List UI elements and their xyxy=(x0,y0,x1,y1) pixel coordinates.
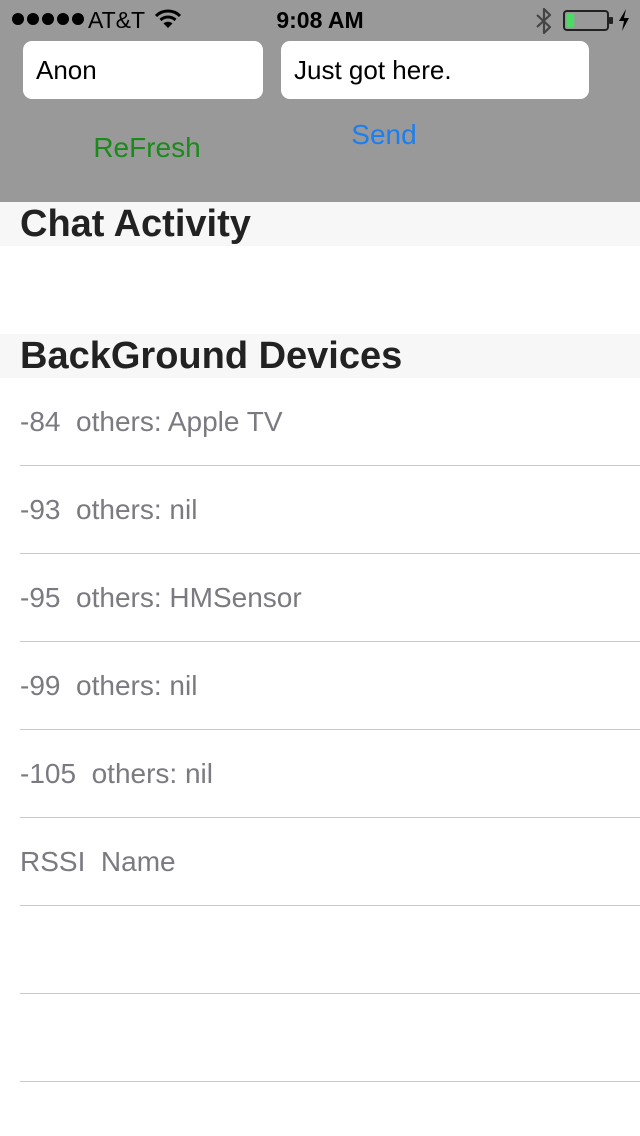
device-row[interactable]: RSSI Name xyxy=(20,818,640,906)
device-row[interactable] xyxy=(20,994,640,1082)
message-field[interactable] xyxy=(281,41,589,99)
device-row[interactable]: -93 others: nil xyxy=(20,466,640,554)
device-row[interactable] xyxy=(20,906,640,994)
charging-icon xyxy=(617,8,631,38)
bluetooth-icon xyxy=(535,7,553,41)
device-row[interactable]: -95 others: HMSensor xyxy=(20,554,640,642)
top-panel: AT&T 9:08 AM Re xyxy=(0,0,640,202)
device-row[interactable]: -84 others: Apple TV xyxy=(20,378,640,466)
background-devices-header: BackGround Devices xyxy=(0,334,640,378)
refresh-button[interactable]: ReFresh xyxy=(80,128,214,168)
send-button[interactable]: Send xyxy=(334,115,434,155)
device-row[interactable]: -99 others: nil xyxy=(20,642,640,730)
battery-icon xyxy=(563,10,615,38)
status-bar: AT&T 9:08 AM xyxy=(0,0,640,40)
device-row[interactable]: -105 others: nil xyxy=(20,730,640,818)
name-field[interactable] xyxy=(23,41,263,99)
chat-activity-area xyxy=(0,246,640,334)
device-list: -84 others: Apple TV -93 others: nil -95… xyxy=(0,378,640,1082)
chat-activity-header: Chat Activity xyxy=(0,202,640,246)
